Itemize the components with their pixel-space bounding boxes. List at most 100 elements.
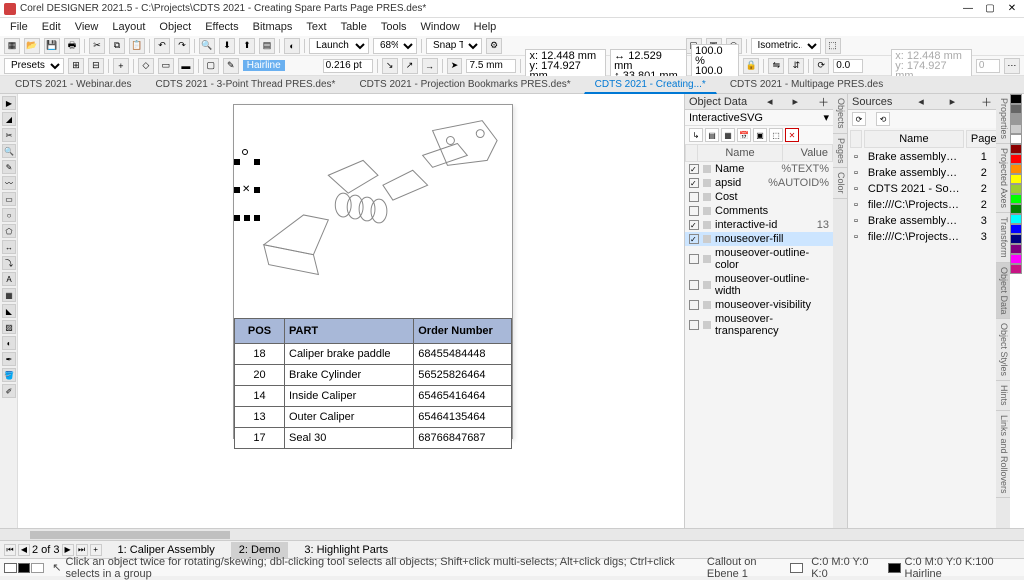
od-btn5[interactable]: ▣ [753,128,767,142]
object-data-next-icon[interactable]: ▸ [793,95,799,108]
object-data-row[interactable]: mouseover-transparency [685,312,833,338]
gear-icon[interactable]: ⚙ [486,38,502,54]
projection-dropdown[interactable]: Isometric... [751,38,821,54]
outline2-icon[interactable]: ▭ [158,58,174,74]
page-first-icon[interactable]: ⏮ [4,544,16,556]
color-swatch[interactable] [1010,264,1022,274]
side-tab-properties[interactable]: Properties [996,94,1010,144]
od-btn2[interactable]: ▤ [705,128,719,142]
color-swatch[interactable] [1010,244,1022,254]
color-swatch[interactable] [1010,114,1022,124]
src-btn2[interactable]: ⟲ [876,112,890,126]
clock-icon[interactable]: ◐ [284,38,300,54]
curve-tool-icon[interactable]: 〰 [2,176,16,190]
ellipse-tool-icon[interactable]: ○ [2,208,16,222]
rotate-icon[interactable]: ⟳ [813,58,829,74]
sources-close-icon[interactable]: ＋ [981,94,992,110]
source-row[interactable]: ▫Brake assembly CALIPER LIST.xls2 [850,166,1002,180]
search-icon[interactable]: 🔍 [199,38,215,54]
od-btn6[interactable]: ⬚ [769,128,783,142]
export-icon[interactable]: ⬆ [239,38,255,54]
eyedropper-tool-icon[interactable]: ✒ [2,352,16,366]
side-tab-pages[interactable]: Pages [833,134,847,169]
source-row[interactable]: ▫CDTS 2021 - Sources Docker PRES....2 [850,182,1002,196]
checkbox[interactable] [689,178,699,188]
checkbox[interactable] [689,206,699,216]
launch-dropdown[interactable]: Launch [309,38,369,54]
options-icon[interactable]: ⋯ [1004,58,1020,74]
save-icon[interactable]: 💾 [44,38,60,54]
shadow-tool-icon[interactable]: ▨ [2,320,16,334]
open-icon[interactable]: 📂 [24,38,40,54]
freehand-tool-icon[interactable]: ✎ [2,160,16,174]
checkbox[interactable] [689,234,699,244]
source-row[interactable]: ▫file:///C:\Projects\CDTS 2021 - Crea...… [850,198,1002,212]
sources-prev-icon[interactable]: ◂ [918,95,924,108]
side-tab-color[interactable]: Color [833,168,847,199]
color-swatch[interactable] [1010,224,1022,234]
menu-effects[interactable]: Effects [199,19,244,35]
canvas[interactable]: POS PART Order Number 18Caliper brake pa… [18,94,684,528]
object-data-row[interactable]: mouseover-outline-width [685,272,833,298]
flip-h-icon[interactable]: ⇋ [768,58,784,74]
object-data-close-icon[interactable]: ＋ [818,94,829,110]
pen-icon[interactable]: ✎ [223,58,239,74]
menu-file[interactable]: File [4,19,34,35]
pct-input[interactable] [976,59,1000,73]
object-data-row[interactable]: Name%TEXT% [685,162,833,176]
od-delete-icon[interactable]: ✕ [785,128,799,142]
plus-icon[interactable]: + [113,58,129,74]
doc-tab-1[interactable]: CDTS 2021 - 3-Point Thread PRES.des* [145,76,347,93]
sources-next-icon[interactable]: ▸ [950,95,956,108]
checkbox[interactable] [689,164,699,174]
minimize-button[interactable]: — [960,2,976,16]
maximize-button[interactable]: ▢ [982,2,998,16]
color-swatch[interactable] [1010,124,1022,134]
side-tab-links[interactable]: Links and Rollovers [996,411,1010,499]
publish-icon[interactable]: ▤ [259,38,275,54]
page-next-icon[interactable]: ▶ [62,544,74,556]
preset-btn2[interactable]: ⊟ [88,58,104,74]
lock-icon[interactable]: 🔒 [743,58,759,74]
object-data-row[interactable]: mouseover-visibility [685,298,833,312]
object-data-row[interactable]: Cost [685,190,833,204]
color-swatch[interactable] [1010,94,1022,104]
square-icon[interactable]: ▢ [203,58,219,74]
new-icon[interactable]: ▦ [4,38,20,54]
object-data-row[interactable]: apsid%AUTOID% [685,176,833,190]
line3-icon[interactable]: → [422,58,438,74]
pt-input[interactable] [323,59,373,73]
crop-tool-icon[interactable]: ✂ [2,128,16,142]
shape-tool-icon[interactable]: ◢ [2,112,16,126]
preset-btn1[interactable]: ⊞ [68,58,84,74]
color-swatch[interactable] [1010,214,1022,224]
object-data-row[interactable]: mouseover-fill [685,232,833,246]
checkbox[interactable] [689,320,699,330]
menu-layout[interactable]: Layout [106,19,151,35]
checkbox[interactable] [689,300,699,310]
zoom-dropdown[interactable]: 68% [373,38,417,54]
canvas-scrollbar[interactable] [0,528,1024,540]
side-tab-hints[interactable]: Hints [996,381,1010,411]
zoom-tool-icon[interactable]: 🔍 [2,144,16,158]
color-swatch[interactable] [1010,164,1022,174]
menu-object[interactable]: Object [153,19,197,35]
page-add-icon[interactable]: + [90,544,102,556]
flip-v-icon[interactable]: ⇵ [788,58,804,74]
color-swatch[interactable] [1010,154,1022,164]
menu-edit[interactable]: Edit [36,19,67,35]
undo-icon[interactable]: ↶ [154,38,170,54]
color-swatch[interactable] [1010,194,1022,204]
src-btn1[interactable]: ⟳ [852,112,866,126]
od-btn3[interactable]: ▦ [721,128,735,142]
checkbox[interactable] [689,280,699,290]
doc-tab-3[interactable]: CDTS 2021 - Creating...* [584,76,717,94]
hairline-dropdown[interactable]: Hairline [243,60,285,71]
menu-table[interactable]: Table [335,19,373,35]
color-swatch[interactable] [1010,144,1022,154]
color-swatch[interactable] [1010,254,1022,264]
menu-help[interactable]: Help [468,19,503,35]
doc-tab-2[interactable]: CDTS 2021 - Projection Bookmarks PRES.de… [348,76,581,93]
object-data-row[interactable]: interactive-id13 [685,218,833,232]
menu-text[interactable]: Text [300,19,332,35]
